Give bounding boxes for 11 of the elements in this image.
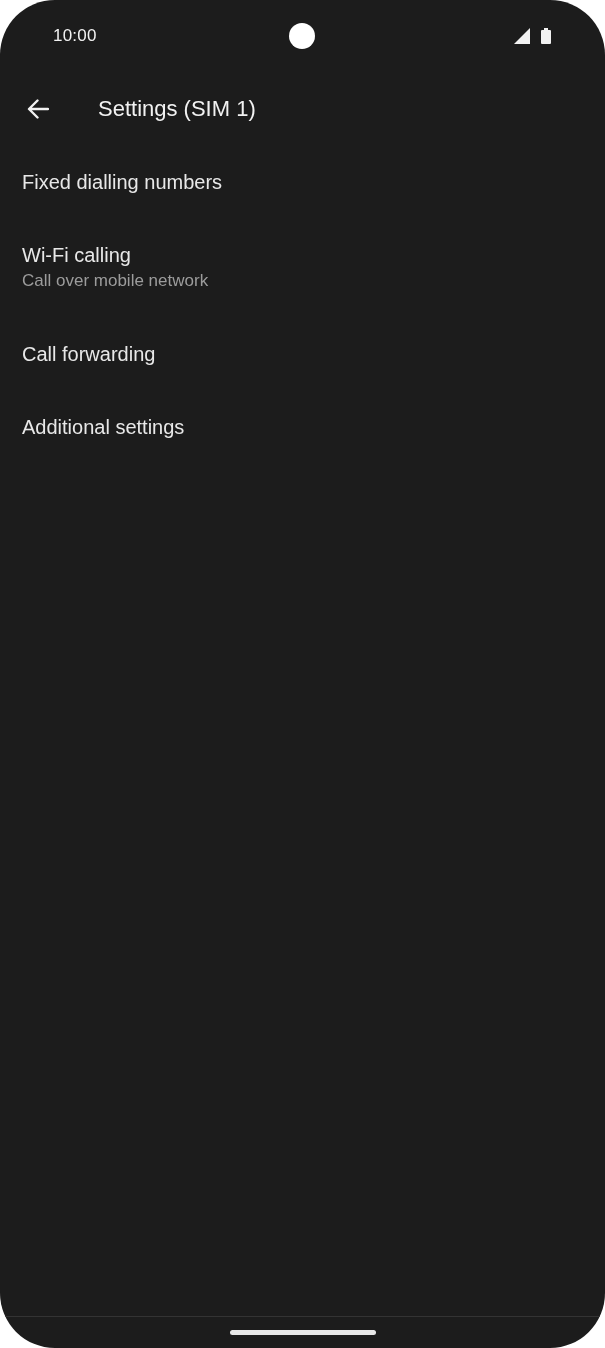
gesture-handle[interactable] [229,1330,376,1335]
battery-icon [541,28,551,44]
settings-item[interactable]: Call forwarding [0,317,605,390]
settings-item[interactable]: Additional settings [0,390,605,463]
back-arrow-icon [27,98,49,119]
signal-icon [514,28,530,44]
status-time: 10:00 [53,26,97,46]
settings-item[interactable]: Fixed dialling numbers [0,145,605,218]
page-title: Settings (SIM 1) [98,95,256,122]
camera-cutout [289,23,315,49]
settings-item[interactable]: Wi-Fi calling Call over mobile network [0,218,605,317]
